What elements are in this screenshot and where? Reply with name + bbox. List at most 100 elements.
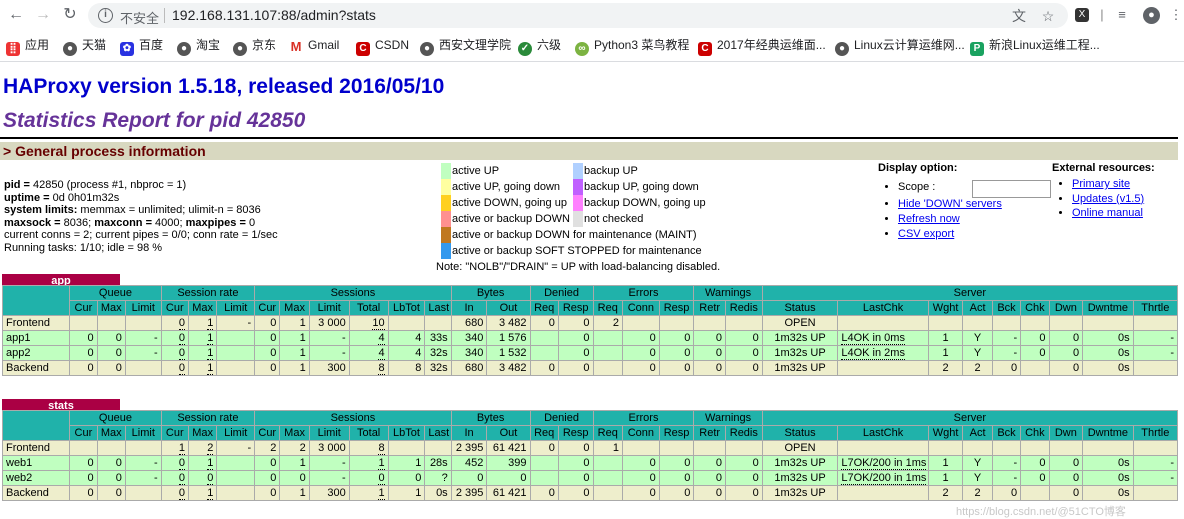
table-cell: 1 [187,360,218,376]
translate-icon[interactable]: 文 [1010,7,1028,25]
bookmark-csdn[interactable]: C CSDN [356,37,409,56]
table-row: app2 0 0-0 1 0 1-4 4 32s 340 1 532 0 0 0 0 0 1m32s UP L4… [1,345,1179,361]
bookmark-label: 应用 [25,38,50,52]
table-cell: 0 [160,345,189,361]
table-cell [216,345,256,361]
primary-site-link[interactable]: Primary site [1072,178,1130,190]
table-cell: 2 [927,360,964,376]
table-cell [1020,440,1050,456]
column-header: Max [96,300,126,316]
table-cell: 0 [348,470,389,486]
maxpipes-label: maxpipes = [185,216,249,229]
legend-note: Note: "NOLB"/"DRAIN" = UP with load-bala… [436,261,721,273]
bookmark-apps[interactable]: ⣿ 应用 [6,37,50,56]
cell-value: 1 [207,456,214,470]
cell-value: L7OK/200 in 1ms [841,471,927,485]
table-cell: 0 [693,330,726,346]
hide-down-link[interactable]: Hide 'DOWN' servers [898,198,1002,210]
bookmark-cet6[interactable]: ✓ 六级 [518,37,561,56]
maxsock-line: maxsock = 8036; maxconn = 4000; maxpipes… [4,217,424,230]
column-header: Act [962,425,993,441]
reload-icon[interactable]: ↻ [60,5,80,25]
csv-export-link[interactable]: CSV export [898,228,954,240]
bookmark-gmail[interactable]: M Gmail [289,37,339,54]
table-cell: 0 [69,485,98,501]
table-cell: 1 [279,345,310,361]
table-cell: 0 [557,470,594,486]
bookmark-sina-linux[interactable]: P 新浪Linux运维工程... [970,37,1100,56]
column-header: Bck [991,300,1022,316]
bookmark-baidu[interactable]: ✿ 百度 [120,37,163,56]
column-group-header: Errors [592,410,695,426]
table-cell: 0 [991,360,1022,376]
bookmark-jd[interactable]: ● 京东 [233,37,276,56]
legend-label: active UP, going down [452,181,561,193]
table-cell: 680 [450,315,488,331]
column-header: Limit [124,300,162,316]
info-icon[interactable]: i [98,8,113,23]
table-cell: 0 [450,470,488,486]
table-cell: 0 [69,470,98,486]
legend-item: backup DOWN, going up [568,195,868,211]
table-cell: - [991,455,1022,471]
table-cell: 2 [254,440,281,456]
table-cell: 0 [160,360,189,376]
syslimits-line: system limits: memmax = unlimited; ulimi… [4,204,424,217]
header-empty [1,285,71,316]
legend-label: backup UP [584,165,638,177]
table-cell: - [1132,330,1179,346]
table-cell [1020,360,1050,376]
bookmark-interview[interactable]: C 2017年经典运维面... [698,37,826,56]
row-name: app1 [1,330,71,346]
column-header: Limit [124,425,162,441]
bookmark-runoob[interactable]: ∞ Python3 菜鸟教程 [575,37,689,56]
bookmark-linux-cloud[interactable]: ● Linux云计算运维网... [835,37,965,56]
table-cell: 2 395 [450,440,488,456]
extension-x-icon[interactable]: X [1075,8,1089,22]
table-cell [424,315,452,331]
table-cell: 4 [387,345,426,361]
table-cell: 32s [424,360,452,376]
column-header: Resp [557,300,594,316]
table-cell: 0 [529,315,559,331]
url-text[interactable]: 192.168.131.107:88/admin?stats [172,7,376,23]
reading-list-icon[interactable]: ≡ [1113,6,1131,24]
table-cell: 0 [529,360,559,376]
profile-avatar-icon[interactable]: ● [1143,7,1160,24]
column-group-header: Errors [592,285,695,301]
column-header: Total [348,425,389,441]
bookmark-star-icon[interactable]: ☆ [1039,7,1057,25]
cell-value: L4OK in 2ms [841,346,905,360]
menu-dots-icon[interactable]: ⋮ [1167,6,1184,24]
table-cell: 0s [424,485,452,501]
table-cell: 0 [557,345,594,361]
bookmark-tmall[interactable]: ● 天猫 [63,37,106,56]
globe-icon: ● [233,42,247,56]
cell-value: 0 [178,346,185,360]
table-cell [1020,485,1050,501]
table-cell [1048,440,1084,456]
back-icon[interactable]: ← [6,5,26,25]
legend-item: backup UP, going down [568,179,868,195]
table-cell: 1 [279,485,310,501]
legend-item: not checked [568,211,868,227]
updates-link[interactable]: Updates (v1.5) [1072,193,1144,205]
cell-value: 1 [178,441,185,455]
online-manual-link[interactable]: Online manual [1072,207,1143,219]
table-cell: 0 [658,345,695,361]
bookmark-xawl[interactable]: ● 西安文理学院 [420,37,511,56]
cell-value: 0 [178,456,185,470]
bookmark-taobao[interactable]: ● 淘宝 [177,37,220,56]
column-group-header: Server [761,285,1179,301]
refresh-now-link[interactable]: Refresh now [898,213,960,225]
table-cell: 0 [254,485,281,501]
omnibox[interactable]: i 不安全 192.168.131.107:88/admin?stats 文 ☆ [88,3,1068,28]
table-cell: 1 [348,455,389,471]
table-cell: 0 [557,440,594,456]
scope-input[interactable] [972,180,1051,198]
table-cell: 1 [187,330,218,346]
table-cell: 340 [450,330,488,346]
column-group-header: Warnings [693,285,763,301]
table-cell: 0 [724,345,763,361]
forward-icon[interactable]: → [33,5,53,25]
